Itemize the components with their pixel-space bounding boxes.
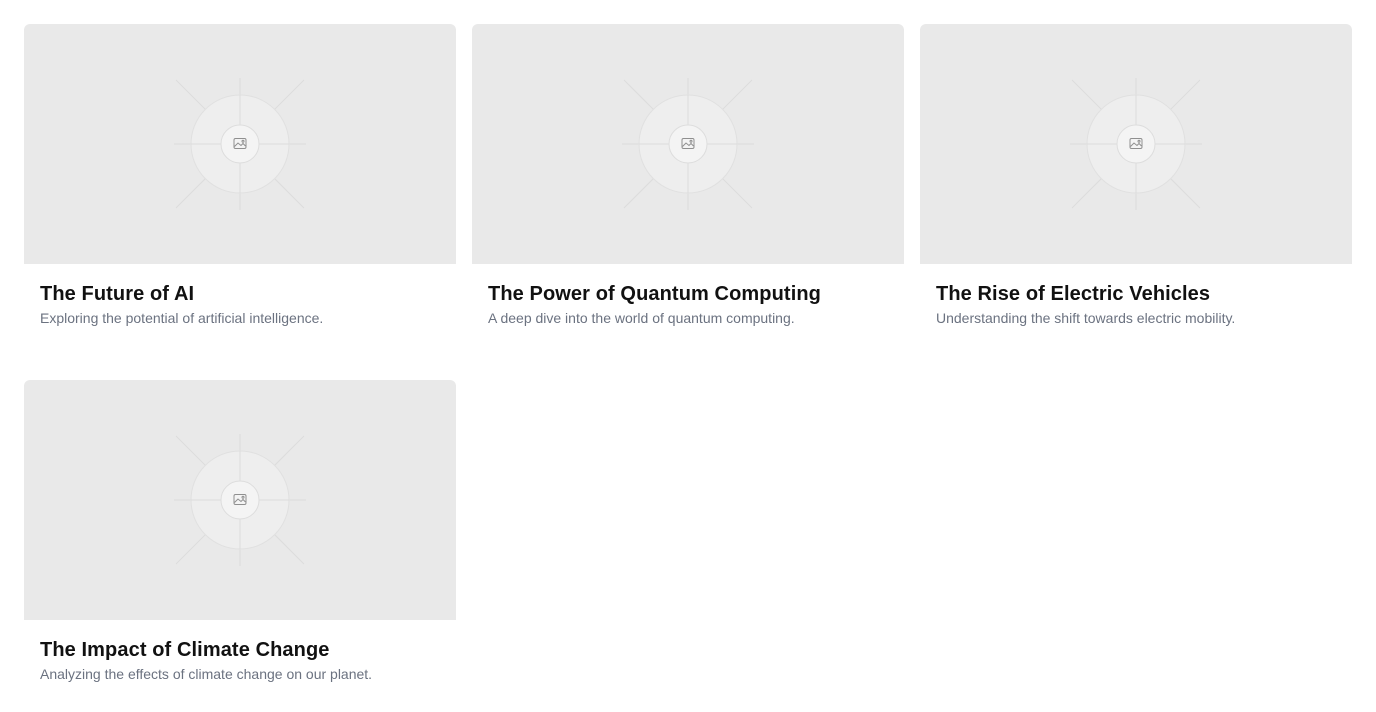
card-description: Analyzing the effects of climate change … <box>40 666 373 682</box>
image-placeholder-icon <box>1070 78 1202 210</box>
article-card[interactable]: The Power of Quantum Computing A deep di… <box>472 24 904 356</box>
image-placeholder-icon <box>174 434 306 566</box>
article-card-grid: The Future of AI Exploring the potential… <box>24 24 1352 712</box>
card-image-placeholder <box>472 24 904 264</box>
card-title: The Rise of Electric Vehicles <box>936 283 1211 305</box>
image-placeholder-icon <box>622 78 754 210</box>
card-title: The Impact of Climate Change <box>40 639 330 661</box>
card-title: The Future of AI <box>40 283 195 305</box>
card-description: Understanding the shift towards electric… <box>936 310 1236 326</box>
card-description: A deep dive into the world of quantum co… <box>488 310 795 326</box>
card-title: The Power of Quantum Computing <box>488 283 821 305</box>
card-image-placeholder <box>24 24 456 264</box>
card-image-placeholder <box>24 380 456 620</box>
card-description: Exploring the potential of artificial in… <box>40 310 324 326</box>
article-card[interactable]: The Impact of Climate Change Analyzing t… <box>24 380 456 712</box>
article-card[interactable]: The Rise of Electric Vehicles Understand… <box>920 24 1352 356</box>
image-placeholder-icon <box>174 78 306 210</box>
article-card[interactable]: The Future of AI Exploring the potential… <box>24 24 456 356</box>
card-image-placeholder <box>920 24 1352 264</box>
